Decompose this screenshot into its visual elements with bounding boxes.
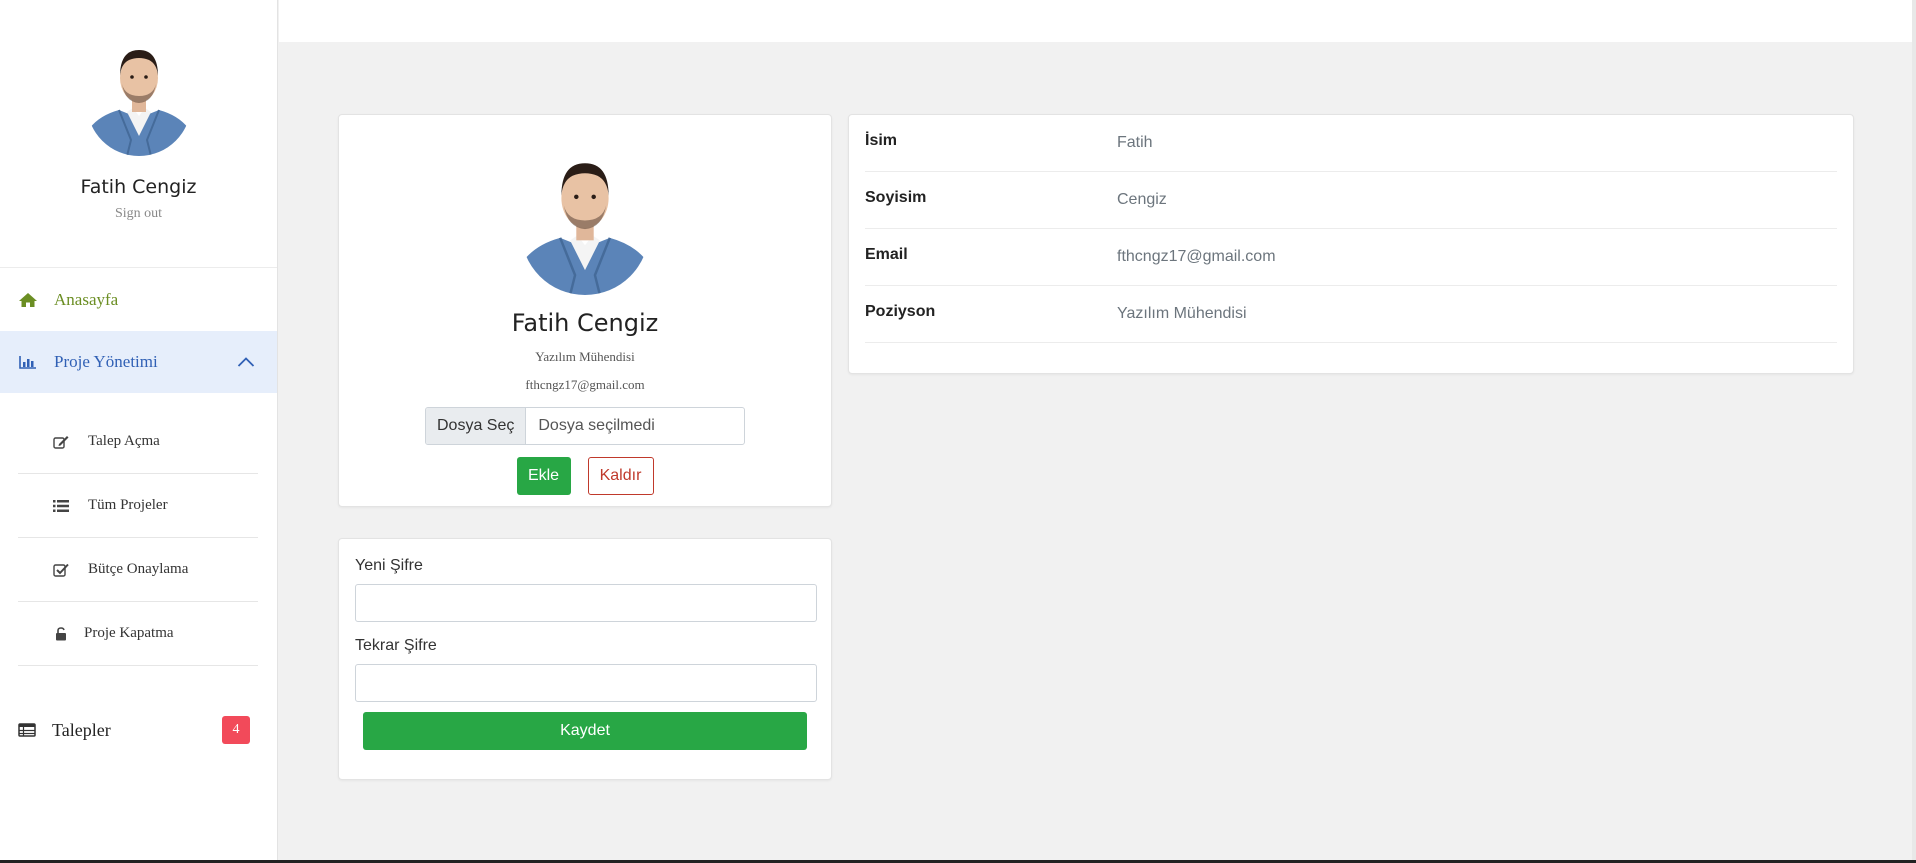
window-scrollbar-track[interactable] <box>1912 0 1916 863</box>
password-card: Yeni Şifre Tekrar Şifre Kaydet <box>338 538 832 780</box>
sidebar-item-requests[interactable]: Talepler 4 <box>18 708 250 752</box>
info-key: İsim <box>865 132 898 149</box>
avatar <box>87 36 191 156</box>
info-value: Cengiz <box>1117 191 1167 208</box>
repeat-password-label: Tekrar Şifre <box>355 637 437 654</box>
choose-file-button[interactable]: Dosya Seç <box>426 408 527 444</box>
repeat-password-input[interactable] <box>355 664 817 702</box>
info-row-position: Poziyson Yazılım Mühendisi <box>865 286 1837 343</box>
sidebar-subitem-label: Talep Açma <box>88 433 160 449</box>
profile-email: fthcngz17@gmail.com <box>525 377 645 392</box>
add-photo-button[interactable]: Ekle <box>516 457 571 495</box>
sidebar-subitem-label: Bütçe Onaylama <box>88 561 189 577</box>
sidebar: Fatih Cengiz Sign out Anasayfa Proje Yön… <box>0 0 278 860</box>
sidebar-subitem-budget-approval[interactable]: Bütçe Onaylama <box>18 538 258 602</box>
sidebar-subitem-request-create[interactable]: Talep Açma <box>18 410 258 474</box>
top-bar <box>279 0 1916 42</box>
check-square-icon <box>52 563 70 577</box>
list-icon <box>52 499 70 512</box>
sidebar-item-label: Proje Yönetimi <box>54 352 158 371</box>
table-icon <box>18 723 38 737</box>
chevron-up-icon[interactable] <box>237 353 255 373</box>
unlock-icon <box>52 626 70 641</box>
info-row-last-name: Soyisim Cengiz <box>865 172 1837 229</box>
profile-position: Yazılım Mühendisi <box>535 349 635 364</box>
profile-avatar <box>521 131 649 295</box>
user-info-card: İsim Fatih Soyisim Cengiz Email fthcngz1… <box>848 114 1854 374</box>
home-icon <box>18 292 38 308</box>
info-key: Email <box>865 246 908 263</box>
sidebar-profile: Fatih Cengiz Sign out <box>0 0 277 268</box>
sidebar-user-name: Fatih Cengiz <box>80 176 197 198</box>
profile-card: Fatih Cengiz Yazılım Mühendisi fthcngz17… <box>338 114 832 507</box>
info-row-email: Email fthcngz17@gmail.com <box>865 229 1837 286</box>
sidebar-subitem-label: Tüm Projeler <box>88 497 168 513</box>
sidebar-item-project-management[interactable]: Proje Yönetimi <box>0 331 277 393</box>
sidebar-item-home[interactable]: Anasayfa <box>0 269 277 331</box>
sign-out-link[interactable]: Sign out <box>115 206 162 222</box>
info-row-first-name: İsim Fatih <box>865 115 1837 172</box>
photo-actions: Ekle Kaldır <box>339 457 831 495</box>
remove-photo-button[interactable]: Kaldır <box>587 457 654 495</box>
sidebar-subitem-label: Proje Kapatma <box>84 625 174 641</box>
file-upload-input[interactable]: Dosya Seç Dosya seçilmedi <box>425 407 745 445</box>
bar-chart-icon <box>18 355 38 369</box>
profile-name: Fatih Cengiz <box>511 309 659 337</box>
info-key: Soyisim <box>865 189 927 206</box>
file-name-display: Dosya seçilmedi <box>538 417 655 434</box>
new-password-label: Yeni Şifre <box>355 557 423 574</box>
edit-icon <box>52 435 70 449</box>
sidebar-subitem-all-projects[interactable]: Tüm Projeler <box>18 474 258 538</box>
info-key: Poziyson <box>865 303 936 320</box>
sidebar-subitem-project-closing[interactable]: Proje Kapatma <box>18 602 258 666</box>
info-value: Yazılım Mühendisi <box>1117 305 1247 322</box>
sidebar-item-label: Anasayfa <box>54 290 119 309</box>
info-value: fthcngz17@gmail.com <box>1117 248 1276 265</box>
requests-count-badge: 4 <box>222 716 250 744</box>
new-password-input[interactable] <box>355 584 817 622</box>
save-password-button[interactable]: Kaydet <box>363 712 807 750</box>
sidebar-item-label: Talepler <box>52 719 111 740</box>
info-value: Fatih <box>1117 134 1153 151</box>
